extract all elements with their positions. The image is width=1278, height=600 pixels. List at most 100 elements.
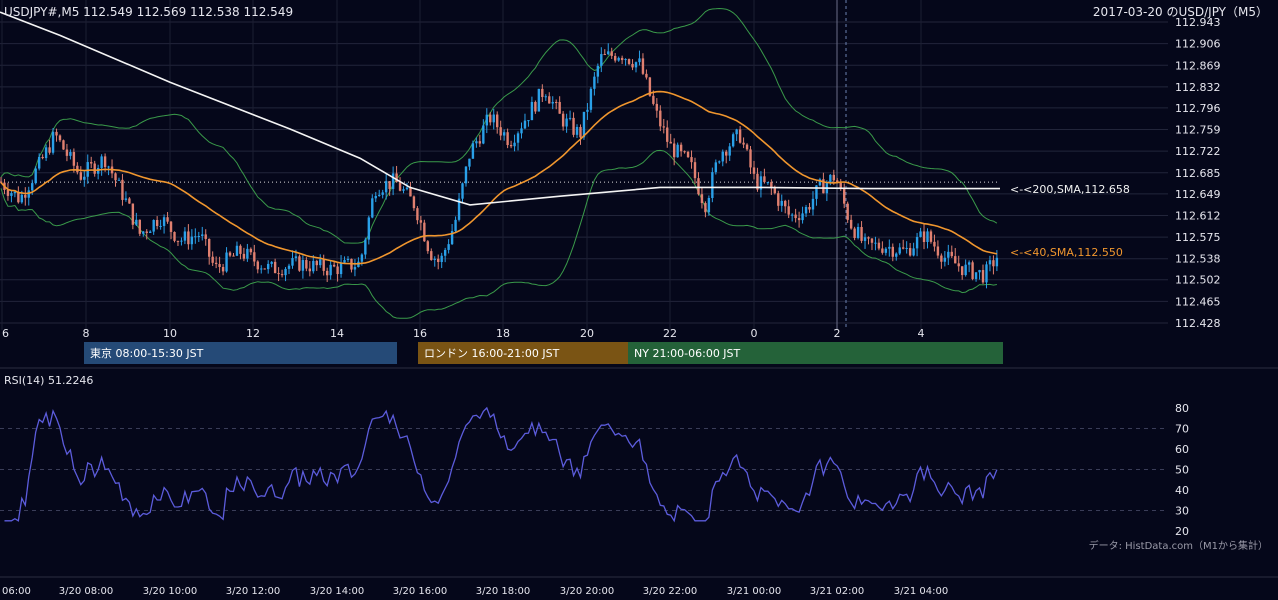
candle-body [950, 251, 953, 257]
candle-body [37, 156, 41, 169]
time-axis-tick: 3/20 10:00 [143, 586, 197, 597]
price-x-tick: 14 [330, 327, 344, 340]
rsi-y-tick: 30 [1175, 505, 1189, 518]
candle-body [697, 178, 700, 195]
candle-body [766, 182, 770, 184]
candle-body [315, 260, 318, 266]
candle-body [72, 152, 76, 166]
candle-body [62, 140, 65, 150]
candle-body [55, 131, 58, 136]
candle-body [10, 193, 13, 196]
candle-body [638, 58, 641, 63]
candle-body [336, 266, 339, 275]
candle-body [398, 182, 402, 191]
candle-body [954, 256, 957, 264]
candle-body [117, 179, 121, 181]
price-y-tick: 112.796 [1175, 102, 1221, 115]
candle-body [763, 176, 766, 183]
candle-body [319, 259, 322, 266]
candle-body [905, 247, 908, 249]
candle-body [988, 260, 992, 265]
candle-body [801, 213, 804, 221]
candle-body [440, 255, 443, 263]
candle-body [246, 248, 249, 259]
candle-body [149, 231, 152, 233]
candle-body [218, 264, 221, 267]
candle-body [624, 59, 627, 61]
candle-body [725, 151, 728, 156]
price-y-tick: 112.943 [1175, 16, 1221, 29]
price-y-tick: 112.649 [1175, 188, 1221, 201]
candle-body [221, 266, 225, 272]
candle-body [790, 214, 794, 216]
candle-body [579, 126, 582, 138]
candle-body [124, 198, 128, 200]
price-x-tick: 12 [246, 327, 260, 340]
candle-body [666, 127, 669, 142]
candle-body [808, 207, 811, 210]
candle-body [509, 145, 513, 147]
price-x-tick: 10 [163, 327, 177, 340]
candle-body [339, 262, 343, 275]
candle-body [312, 260, 315, 272]
candle-body [846, 203, 849, 220]
candle-body [433, 258, 436, 260]
candle-body [780, 200, 783, 206]
candle-body [6, 189, 10, 196]
candle-body [135, 219, 138, 225]
candle-body [287, 265, 291, 269]
candle-body [943, 257, 947, 262]
candle-body [121, 179, 124, 200]
candle-body [298, 256, 301, 271]
candle-body [343, 260, 346, 263]
candle-body [617, 57, 620, 61]
candle-body [520, 128, 523, 134]
price-x-tick: 20 [580, 327, 594, 340]
candle-body [995, 257, 999, 267]
candle-body [391, 173, 395, 189]
candle-body [936, 246, 940, 256]
candle-body [731, 134, 735, 147]
candle-body [787, 206, 790, 215]
candle-body [631, 63, 634, 68]
candle-body [794, 214, 797, 219]
candle-body [544, 96, 547, 98]
candle-body [669, 141, 672, 144]
candle-body [711, 172, 714, 198]
candle-body [187, 231, 190, 245]
rsi-y-tick: 50 [1175, 464, 1189, 477]
price-y-tick: 112.502 [1175, 274, 1221, 287]
candle-body [270, 261, 273, 264]
candle-body [294, 256, 298, 259]
candle-body [735, 129, 738, 135]
time-axis-tick: 3/20 12:00 [226, 586, 280, 597]
candle-body [308, 268, 312, 272]
candle-body [804, 207, 808, 214]
candle-body [173, 231, 176, 241]
candle-body [131, 203, 135, 225]
candle-body [489, 114, 492, 123]
price-y-tick: 112.575 [1175, 231, 1221, 244]
candle-body [655, 103, 659, 111]
candle-body [44, 147, 48, 159]
candle-body [402, 189, 405, 191]
price-y-tick: 112.465 [1175, 295, 1221, 308]
candle-body [242, 253, 246, 259]
candle-body [895, 253, 898, 257]
candle-body [496, 114, 499, 128]
candle-body [83, 176, 86, 180]
candle-body [693, 162, 697, 179]
time-axis-tick: 3/21 04:00 [894, 586, 948, 597]
candle-body [79, 172, 83, 180]
candle-body [891, 246, 894, 257]
candle-body [548, 96, 551, 104]
candle-body [86, 162, 89, 177]
candle-body [416, 208, 419, 221]
candle-body [964, 264, 967, 276]
price-x-tick: 0 [751, 327, 758, 340]
candle-body [593, 76, 596, 89]
candle-body [777, 193, 780, 206]
candle-body [985, 264, 988, 283]
candle-body [742, 142, 745, 145]
candle-body [180, 240, 183, 242]
